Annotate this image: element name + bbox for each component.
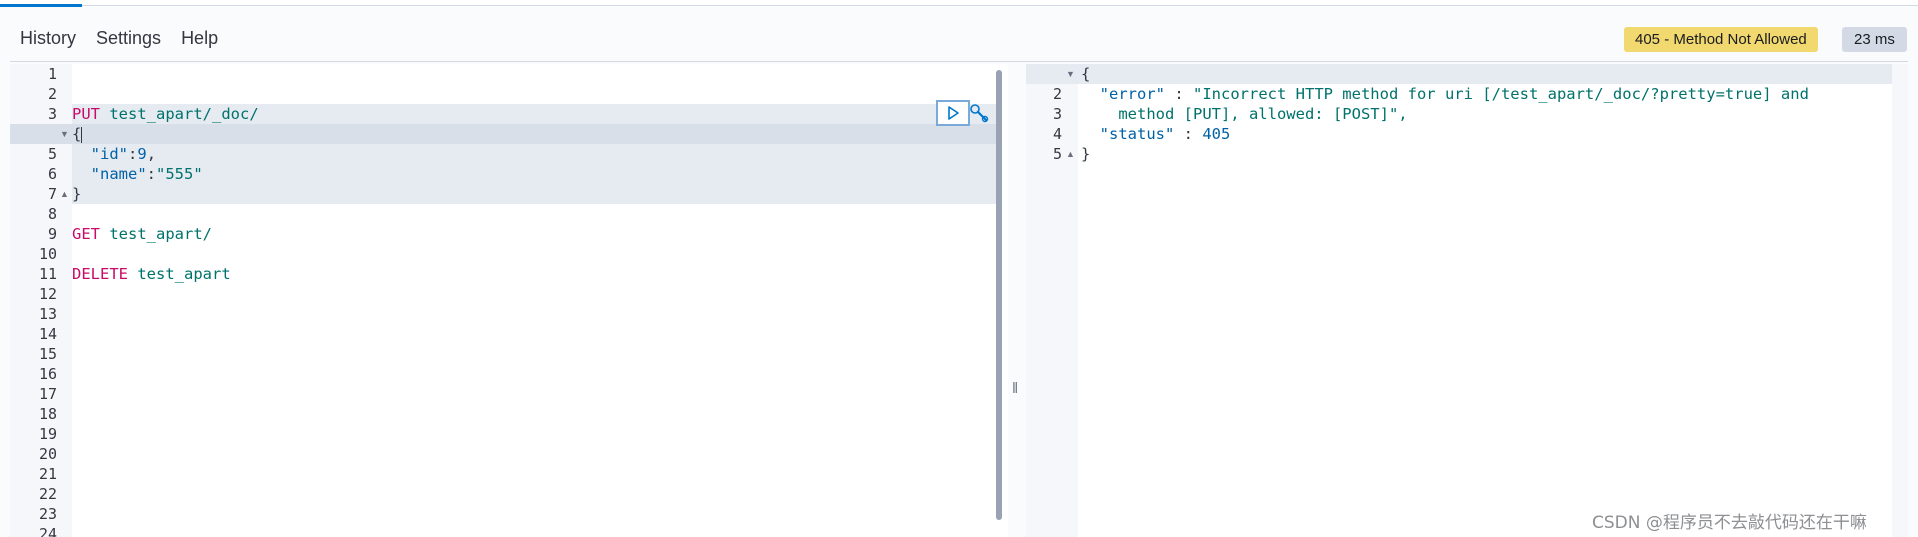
menu-settings[interactable]: Settings xyxy=(96,28,161,49)
watermark: CSDN @程序员不去敲代码还在干嘛 xyxy=(1592,513,1867,533)
line-number: 4 xyxy=(1052,125,1062,143)
line-number: 8 xyxy=(47,205,57,223)
line-number: 5 xyxy=(1052,145,1062,163)
menu-history[interactable]: History xyxy=(20,28,76,49)
get-method: GET xyxy=(72,225,100,243)
put-method: PUT xyxy=(72,105,100,123)
status-badge: 405 - Method Not Allowed xyxy=(1624,27,1818,52)
id-comma: , xyxy=(146,145,157,163)
status-key: "status" xyxy=(1099,125,1175,143)
line-number: 5 xyxy=(47,145,57,163)
request-options-button[interactable] xyxy=(968,102,990,124)
text-cursor xyxy=(81,126,83,143)
code-line: "error" : "Incorrect HTTP method for uri… xyxy=(1081,84,1809,104)
request-editor[interactable]: 123456789101112131415161718192021222324 … xyxy=(10,64,1008,537)
fold-close-icon[interactable]: ▲ xyxy=(60,184,69,204)
line-number: 2 xyxy=(47,85,57,103)
timing-badge: 23 ms xyxy=(1842,27,1907,52)
line-number: 13 xyxy=(38,305,57,323)
id-value: 9 xyxy=(137,145,147,163)
pane-resizer-handle[interactable]: ‖ xyxy=(1012,380,1018,397)
name-key: "name" xyxy=(90,165,147,183)
code-line: method [PUT], allowed: [POST]", xyxy=(1081,104,1408,124)
line-number: 16 xyxy=(38,365,57,383)
response-gutter: 12345 xyxy=(1026,64,1078,537)
response-scroll-track[interactable] xyxy=(1892,64,1908,537)
response-viewer: 12345 { "error" : "Incorrect HTTP method… xyxy=(1026,64,1892,537)
code-line: "status" : 405 xyxy=(1081,124,1231,144)
id-colon: : xyxy=(128,145,138,163)
line-number: 18 xyxy=(38,405,57,423)
name-colon: : xyxy=(146,165,157,183)
error-key: "error" xyxy=(1099,85,1165,103)
line-number: 10 xyxy=(38,245,57,263)
line-number: 23 xyxy=(38,505,57,523)
request-scrollbar[interactable] xyxy=(996,70,1002,520)
line-number: 9 xyxy=(47,225,57,243)
line-number: 3 xyxy=(47,105,57,123)
delete-method: DELETE xyxy=(72,265,128,283)
response-active-line xyxy=(1078,64,1892,84)
line-number: 17 xyxy=(38,385,57,403)
run-request-button[interactable] xyxy=(936,100,970,126)
code-line: PUT test_apart/_doc/ xyxy=(72,104,259,124)
open-brace: { xyxy=(72,125,82,143)
error-value-line1: "Incorrect HTTP method for uri [/test_ap… xyxy=(1193,85,1809,103)
status-sep: : xyxy=(1174,125,1203,143)
code-line: { xyxy=(72,124,83,144)
menu-help[interactable]: Help xyxy=(181,28,218,49)
console-menu: History Settings Help xyxy=(20,28,238,49)
res-open-brace: { xyxy=(1081,65,1091,83)
code-line: DELETE test_apart xyxy=(72,264,231,284)
line-number: 6 xyxy=(47,165,57,183)
line-number: 12 xyxy=(38,285,57,303)
line-number: 24 xyxy=(38,525,57,537)
id-key: "id" xyxy=(90,145,128,163)
get-url: test_apart/ xyxy=(109,225,212,243)
wrench-icon xyxy=(970,104,989,123)
line-number: 11 xyxy=(38,265,57,283)
line-number: 7 xyxy=(47,185,57,203)
status-value: 405 xyxy=(1202,125,1231,143)
put-url: test_apart/_doc/ xyxy=(109,105,259,123)
line-number: 19 xyxy=(38,425,57,443)
code-line: } xyxy=(1081,144,1090,164)
line-number: 14 xyxy=(38,325,57,343)
line-number: 15 xyxy=(38,345,57,363)
active-tab-indicator xyxy=(0,4,82,7)
code-line: { xyxy=(1081,64,1090,84)
code-line: } xyxy=(72,184,81,204)
top-border xyxy=(0,0,1918,6)
res-close-brace: } xyxy=(1081,145,1091,163)
code-line: "name":"555" xyxy=(72,164,203,184)
request-code[interactable]: PUT test_apart/_doc/ { "id":9, "name":"5… xyxy=(72,64,996,537)
delete-url: test_apart xyxy=(137,265,231,283)
error-value-line2: method [PUT], allowed: [POST]", xyxy=(1118,105,1408,123)
line-number: 20 xyxy=(38,445,57,463)
error-sep: : xyxy=(1165,85,1193,103)
line-number: 21 xyxy=(38,465,57,483)
close-brace: } xyxy=(72,185,82,203)
fold-close-icon[interactable]: ▲ xyxy=(1066,144,1075,164)
line-number: 22 xyxy=(38,485,57,503)
line-number: 2 xyxy=(1052,85,1062,103)
name-value: "555" xyxy=(156,165,203,183)
play-icon xyxy=(948,106,959,120)
header-divider xyxy=(10,61,1908,62)
fold-open-icon[interactable]: ▼ xyxy=(60,124,69,144)
line-number: 1 xyxy=(47,65,57,83)
fold-open-icon[interactable]: ▼ xyxy=(1066,64,1075,84)
code-line: GET test_apart/ xyxy=(72,224,212,244)
line-number: 3 xyxy=(1052,105,1062,123)
code-line: "id":9, xyxy=(72,144,156,164)
